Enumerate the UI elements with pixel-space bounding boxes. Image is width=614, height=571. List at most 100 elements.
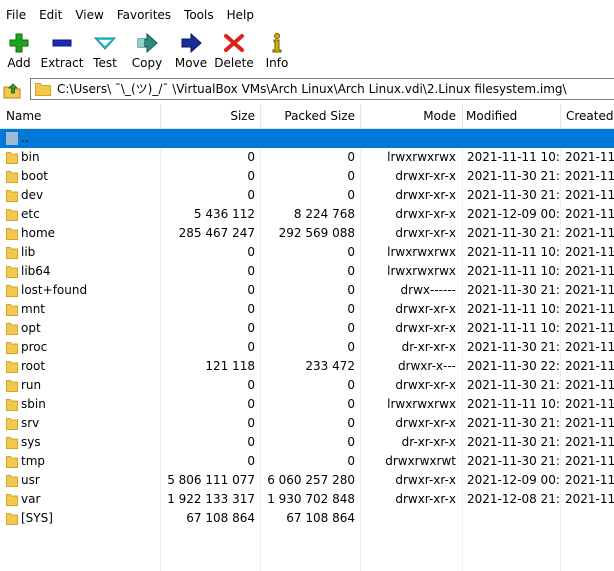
table-row[interactable]: boot 0 0 drwxr-xr-x 2021-11-30 21:30 2021-11-…	[0, 167, 614, 186]
cell-created: 2021-11-1	[565, 321, 614, 335]
cell-name: run	[21, 378, 42, 392]
cell-packed-size: 0	[347, 283, 355, 297]
test-label: Test	[93, 56, 117, 70]
cell-mode: drwxr-xr-x	[395, 492, 456, 506]
menu-favorites[interactable]: Favorites	[111, 0, 178, 30]
table-row[interactable]: opt 0 0 drwxr-xr-x 2021-11-11 10:14 2021-11-1	[0, 319, 614, 338]
menu-help[interactable]: Help	[221, 0, 261, 30]
table-row[interactable]: root 121 118 233 472 drwxr-x--- 2021-11-30 2…	[0, 357, 614, 376]
menu-view[interactable]: View	[69, 0, 110, 30]
copy-label: Copy	[131, 56, 163, 70]
cell-packed-size: 0	[347, 264, 355, 278]
cell-packed-size	[260, 129, 360, 148]
folder-icon	[35, 83, 51, 96]
cell-name: ..	[21, 131, 29, 145]
cell-mode: lrwxrwxrwx	[387, 264, 456, 278]
column-created[interactable]: Created	[560, 104, 614, 128]
cell-modified: 2021-11-11 10:14	[467, 302, 560, 316]
column-mode[interactable]: Mode	[360, 104, 462, 128]
cell-name: sys	[21, 435, 41, 449]
cell-packed-size: 0	[347, 169, 355, 183]
cell-name: boot	[21, 169, 49, 183]
move-button[interactable]: Move	[170, 30, 212, 75]
cell-mode: lrwxrwxrwx	[387, 245, 456, 259]
cell-created: 2021-11-1	[565, 150, 614, 164]
cell-modified: 2021-12-09 00:48	[467, 473, 560, 487]
table-row[interactable]: ..	[0, 129, 614, 148]
move-label: Move	[174, 56, 208, 70]
cell-modified	[462, 129, 560, 148]
column-modified[interactable]: Modified	[462, 104, 560, 128]
extract-button[interactable]: Extract	[38, 30, 86, 75]
address-input[interactable]: C:\Users\ ¯\_(ツ)_/¯ \VirtualBox VMs\Arch…	[30, 78, 614, 100]
table-row[interactable]: bin 0 0 lrwxrwxrwx 2021-11-11 10:14 2021-11-1	[0, 148, 614, 167]
column-name[interactable]: Name	[0, 104, 160, 128]
cell-size: 285 467 247	[178, 226, 255, 240]
table-row[interactable]: lost+found 0 0 drwx------ 2021-11-30 21:30 20…	[0, 281, 614, 300]
info-label: Info	[265, 56, 289, 70]
info-icon	[272, 33, 282, 53]
cell-created: 2021-11-3	[565, 416, 614, 430]
table-row[interactable]: sbin 0 0 lrwxrwxrwx 2021-11-11 10:14 2021-11-…	[0, 395, 614, 414]
cell-size: 0	[247, 454, 255, 468]
cell-name: srv	[21, 416, 40, 430]
toolbar: Add Extract Test Copy Move Delete Info	[0, 30, 614, 75]
delete-button[interactable]: Delete	[212, 30, 256, 75]
cell-mode	[360, 509, 462, 528]
cell-packed-size: 292 569 088	[278, 226, 355, 240]
cell-packed-size: 0	[347, 188, 355, 202]
cell-mode: drwxrwxrwt	[385, 454, 456, 468]
table-row[interactable]: usr 5 806 111 077 6 060 257 280 drwxr-xr-x 2…	[0, 471, 614, 490]
cell-modified: 2021-11-30 21:30	[467, 169, 560, 183]
cell-packed-size: 67 108 864	[286, 511, 355, 525]
cell-packed-size: 0	[347, 397, 355, 411]
cell-size: 0	[247, 169, 255, 183]
cell-size: 0	[247, 435, 255, 449]
cell-modified: 2021-11-11 10:14	[467, 397, 560, 411]
table-row[interactable]: mnt 0 0 drwxr-xr-x 2021-11-11 10:14 2021-11-1	[0, 300, 614, 319]
table-row[interactable]: etc 5 436 112 8 224 768 drwxr-xr-x 2021-12-0…	[0, 205, 614, 224]
column-size[interactable]: Size	[160, 104, 260, 128]
cell-packed-size: 0	[347, 302, 355, 316]
up-folder-icon[interactable]	[3, 81, 21, 99]
cell-created: 2021-11-3	[565, 169, 614, 183]
cell-mode: drwx------	[400, 283, 456, 297]
copy-button[interactable]: Copy	[124, 30, 170, 75]
delete-label: Delete	[214, 56, 254, 70]
cell-size: 5 806 111 077	[167, 473, 255, 487]
cell-size: 0	[247, 150, 255, 164]
menu-file[interactable]: File	[0, 0, 33, 30]
cell-packed-size: 0	[347, 378, 355, 392]
cell-modified: 2021-11-30 21:32	[467, 188, 560, 202]
cell-size: 0	[247, 340, 255, 354]
cell-size: 0	[247, 283, 255, 297]
table-row[interactable]: var 1 922 133 317 1 930 702 848 drwxr-xr-x 2…	[0, 490, 614, 509]
menu-edit[interactable]: Edit	[33, 0, 69, 30]
table-row[interactable]: tmp 0 0 drwxrwxrwt 2021-11-30 21:32 2021-11-3	[0, 452, 614, 471]
table-row[interactable]: proc 0 0 dr-xr-xr-x 2021-11-30 21:30 2021-11-…	[0, 338, 614, 357]
cell-mode: drwxr-xr-x	[395, 207, 456, 221]
table-row[interactable]: sys 0 0 dr-xr-xr-x 2021-11-30 21:32 2021-11-3	[0, 433, 614, 452]
table-row[interactable]: lib64 0 0 lrwxrwxrwx 2021-11-11 10:14 2021-11…	[0, 262, 614, 281]
add-button[interactable]: Add	[0, 30, 38, 75]
cell-name: bin	[21, 150, 40, 164]
test-button[interactable]: Test	[86, 30, 124, 75]
file-list[interactable]: Name Size Packed Size Mode Modified Crea…	[0, 104, 614, 571]
table-row[interactable]: home 285 467 247 292 569 088 drwxr-xr-x 2021…	[0, 224, 614, 243]
table-row[interactable]: dev 0 0 drwxr-xr-x 2021-11-30 21:32 2021-11-3	[0, 186, 614, 205]
cell-mode	[360, 129, 462, 148]
info-button[interactable]: Info	[256, 30, 298, 75]
table-row[interactable]: [SYS] 67 108 864 67 108 864	[0, 509, 614, 528]
table-row[interactable]: run 0 0 drwxr-xr-x 2021-11-30 21:32 2021-11-3	[0, 376, 614, 395]
cell-modified: 2021-11-11 10:14	[467, 321, 560, 335]
cell-modified: 2021-11-30 21:32	[467, 378, 560, 392]
cell-size: 0	[247, 245, 255, 259]
column-packed-size[interactable]: Packed Size	[260, 104, 360, 128]
table-row[interactable]: lib 0 0 lrwxrwxrwx 2021-11-11 10:14 2021-11-1	[0, 243, 614, 262]
cell-created	[560, 509, 614, 528]
cell-created: 2021-11-3	[565, 492, 614, 506]
menu-tools[interactable]: Tools	[178, 0, 221, 30]
table-row[interactable]: srv 0 0 drwxr-xr-x 2021-11-30 21:33 2021-11-3	[0, 414, 614, 433]
cell-name: root	[21, 359, 46, 373]
cell-name: var	[21, 492, 41, 506]
